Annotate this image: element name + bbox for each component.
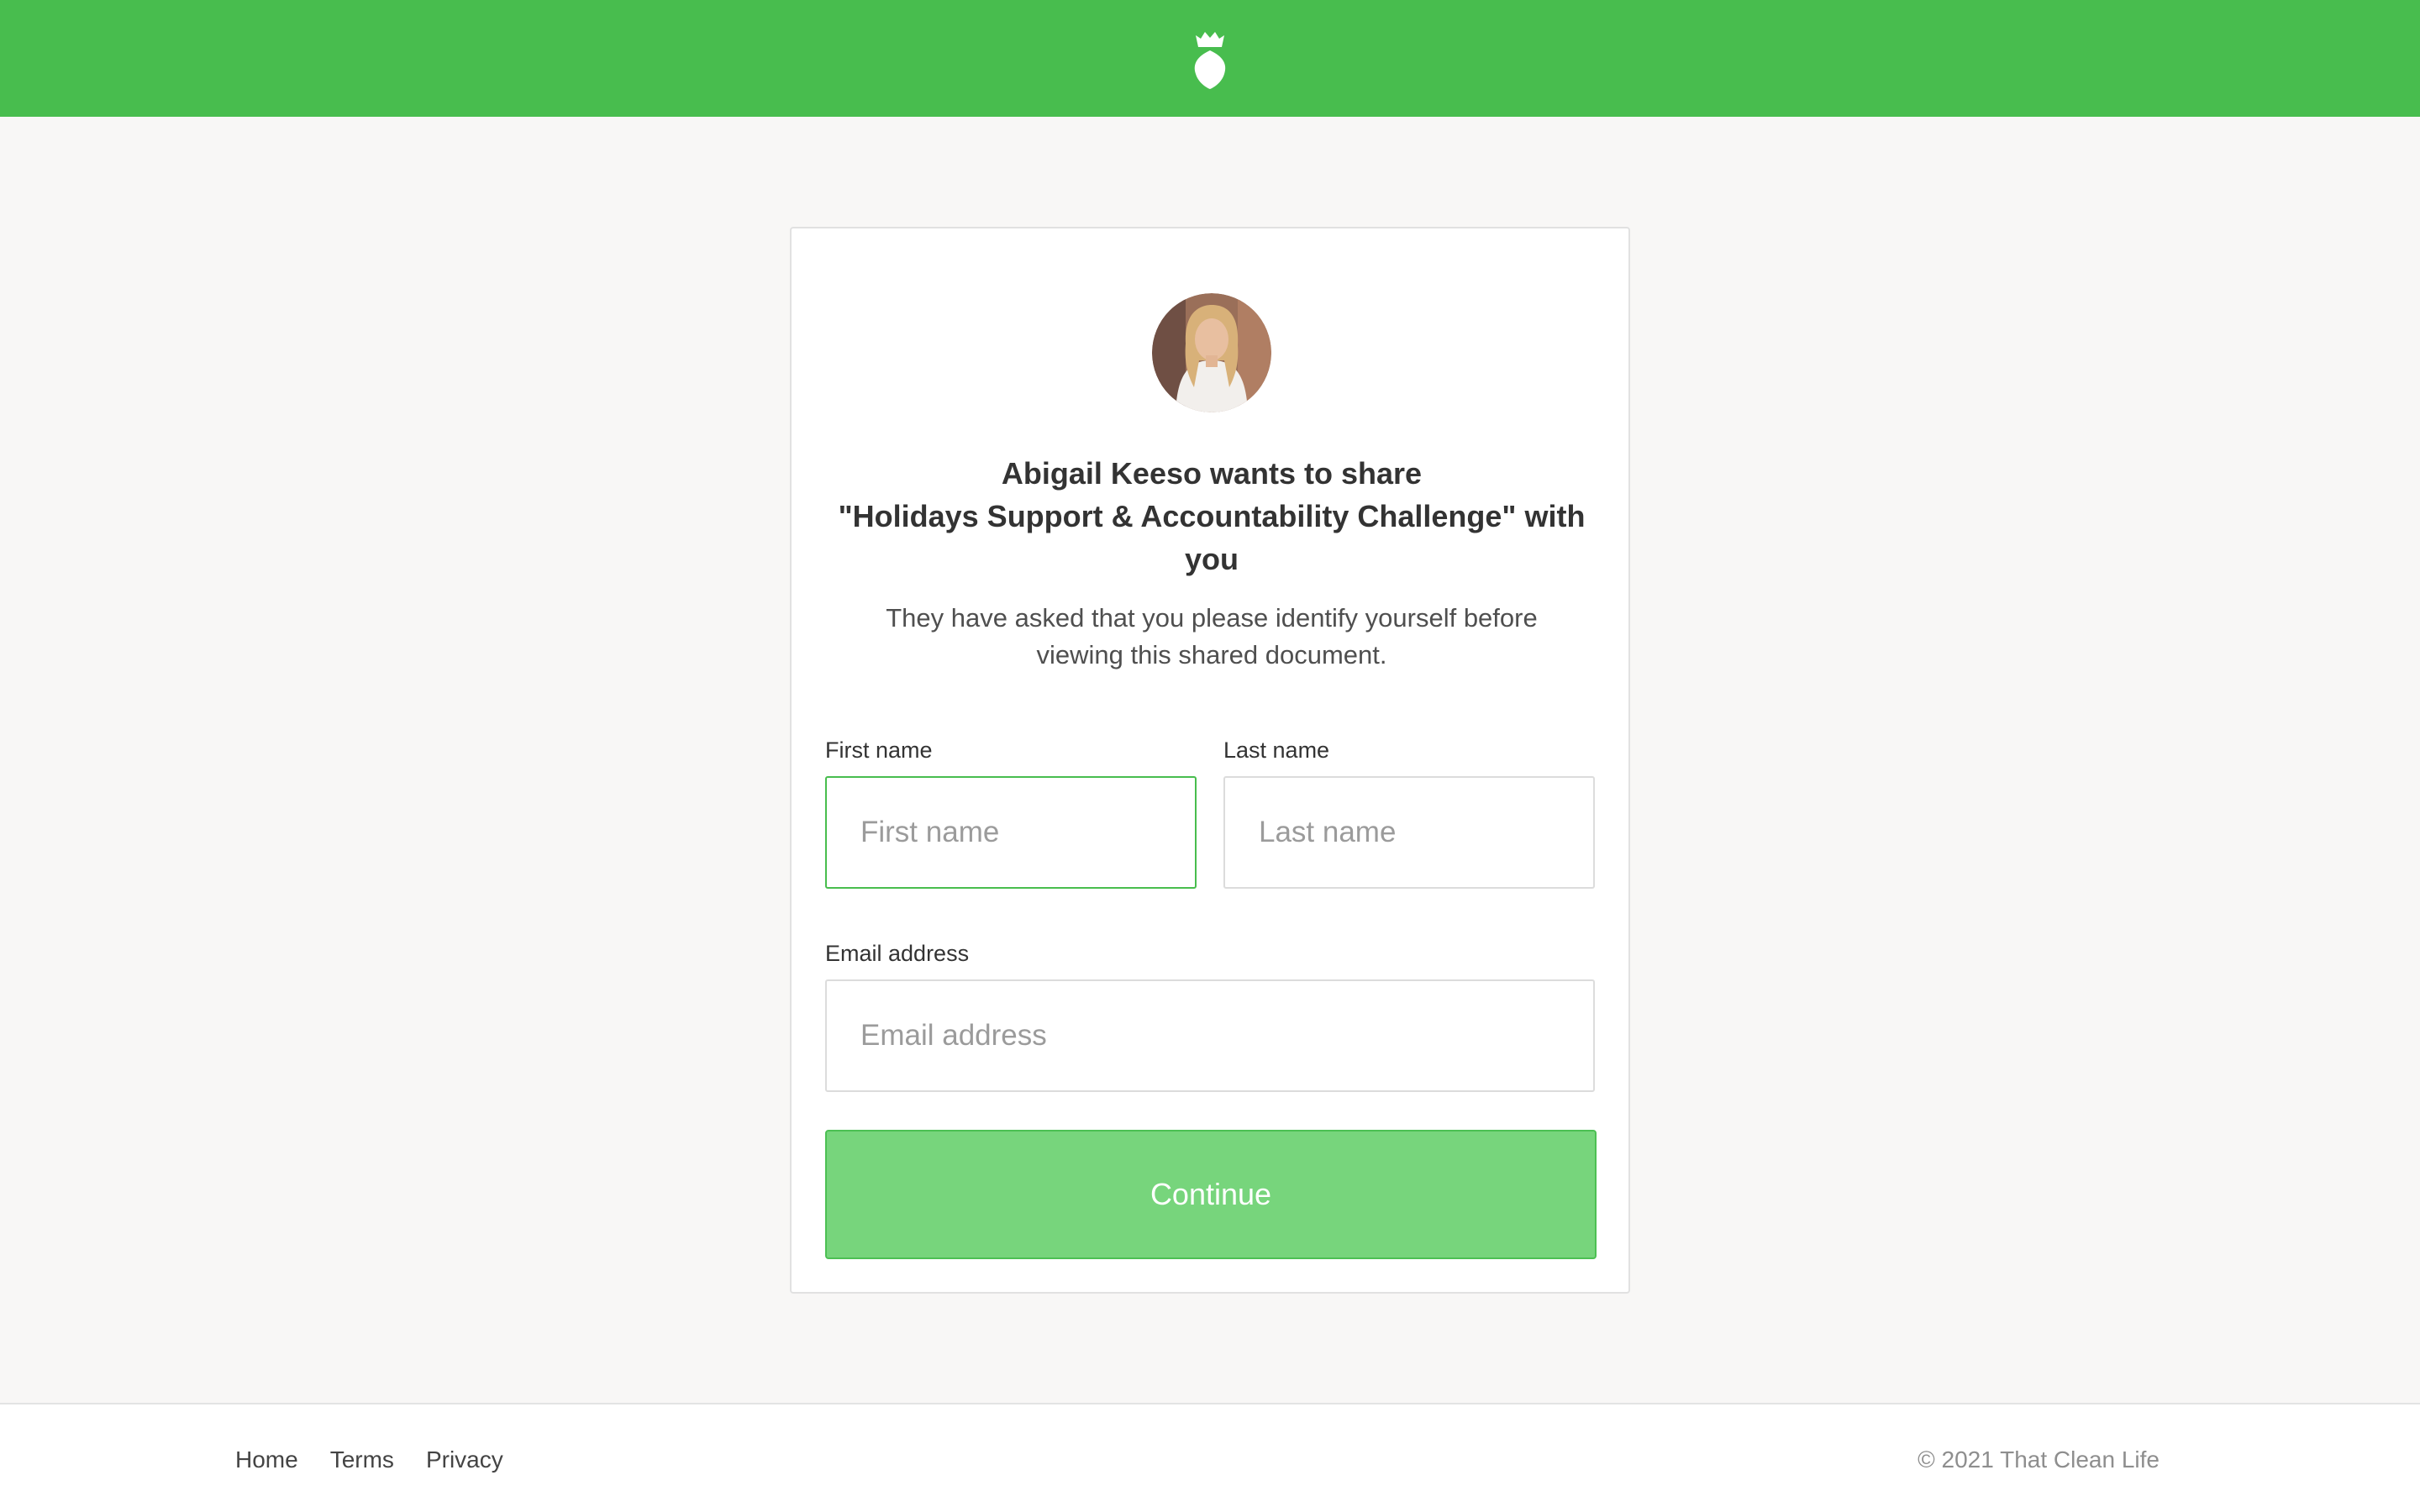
identify-instruction-text: They have asked that you please identify… (886, 603, 1538, 669)
footer-link-home[interactable]: Home (235, 1446, 298, 1473)
share-identify-card: Abigail Keeso wants to share "Holidays S… (790, 227, 1630, 1294)
footer-link-terms[interactable]: Terms (330, 1446, 394, 1473)
first-name-label: First name (825, 738, 933, 763)
first-name-field[interactable] (825, 776, 1197, 889)
share-heading-line: you (1184, 542, 1239, 576)
last-name-field[interactable] (1223, 776, 1595, 889)
page-footer: Home Terms Privacy © 2021 That Clean Lif… (0, 1403, 2420, 1512)
share-heading: Abigail Keeso wants to share "Holidays S… (825, 452, 1598, 580)
footer-nav: Home Terms Privacy (235, 1446, 503, 1473)
top-header-bar (0, 0, 2420, 117)
share-heading-line: Abigail Keeso wants to share (1001, 456, 1423, 491)
last-name-label: Last name (1223, 738, 1330, 763)
leaf-crown-logo-icon[interactable] (1191, 29, 1229, 89)
avatar (1152, 293, 1271, 412)
footer-link-privacy[interactable]: Privacy (426, 1446, 503, 1473)
share-heading-line: "Holidays Support & Accountability Chall… (838, 499, 1586, 533)
copyright-text: © 2021 That Clean Life (1918, 1446, 2160, 1473)
email-field[interactable] (825, 979, 1595, 1092)
email-label: Email address (825, 941, 970, 966)
continue-button[interactable]: Continue (825, 1130, 1597, 1259)
